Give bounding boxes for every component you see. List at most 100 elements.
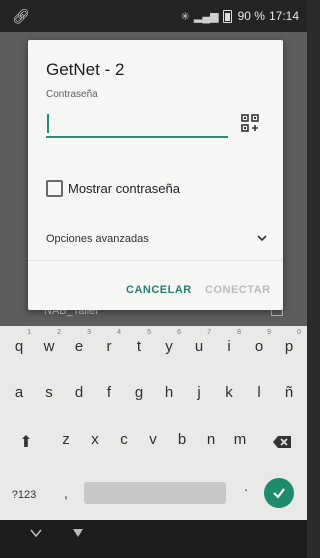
battery-percent: 90 %: [237, 9, 265, 23]
key-p[interactable]: p0: [275, 329, 303, 364]
key-g-label: g: [134, 384, 144, 401]
key-r-label: r: [106, 338, 112, 355]
key-q[interactable]: q1: [5, 329, 33, 364]
key-j[interactable]: j: [185, 376, 213, 410]
key-w[interactable]: w2: [35, 329, 63, 364]
status-time: 17:14: [268, 9, 299, 23]
key-b-label: b: [177, 431, 187, 448]
key-b[interactable]: b: [168, 423, 196, 457]
key-a[interactable]: a: [5, 376, 33, 410]
key-z[interactable]: z: [52, 423, 80, 457]
key-o-label: o: [254, 338, 264, 355]
key-h[interactable]: h: [155, 376, 183, 410]
show-password-checkbox[interactable]: [46, 180, 63, 197]
key-ñ-label: ñ: [284, 384, 294, 401]
key-g[interactable]: g: [125, 376, 153, 410]
key-y[interactable]: y6: [155, 329, 183, 364]
key-y-label: y: [165, 338, 173, 355]
key-x-label: x: [91, 431, 99, 448]
key-c[interactable]: c: [110, 423, 138, 457]
key-k[interactable]: k: [215, 376, 243, 410]
dialog-title: GetNet - 2: [46, 60, 125, 79]
key-p-label: p: [284, 338, 294, 355]
signal-icon: ▂▄▆: [193, 10, 219, 23]
password-input[interactable]: [46, 108, 228, 138]
text-caret: [47, 114, 49, 133]
password-label: Contraseña: [46, 89, 98, 100]
key-r-hint: 4: [117, 329, 121, 336]
wifi-password-dialog: GetNet - 2 Contraseña Mostrar contraseña…: [28, 40, 283, 310]
key-f[interactable]: f: [95, 376, 123, 410]
period-key[interactable]: .: [238, 477, 252, 495]
status-bar: 🔗︎ ✳ ▂▄▆ 90 % 17:14: [0, 0, 307, 32]
key-l-label: l: [257, 384, 261, 401]
keyboard-row-1: q1w2e3r4t5y6u7i8o9p0: [0, 329, 307, 370]
show-password-label[interactable]: Mostrar contraseña: [68, 181, 180, 196]
onscreen-keyboard: q1w2e3r4t5y6u7i8o9p0 asdfghjklñ ⬆︎ zxcvb…: [0, 326, 307, 520]
key-f-label: f: [106, 384, 112, 401]
key-ñ[interactable]: ñ: [275, 376, 303, 410]
bluetooth-icon: ✳: [180, 10, 190, 23]
key-p-hint: 0: [297, 329, 301, 336]
key-r[interactable]: r4: [95, 329, 123, 364]
connect-button[interactable]: CONECTAR: [205, 284, 271, 296]
shift-key[interactable]: ⬆︎: [12, 426, 40, 460]
keyboard-row-2: asdfghjklñ: [0, 376, 307, 416]
key-c-label: c: [120, 431, 128, 448]
key-z-label: z: [62, 431, 70, 448]
cancel-button[interactable]: CANCELAR: [126, 284, 192, 296]
key-i-label: i: [227, 338, 231, 355]
key-d[interactable]: d: [65, 376, 93, 410]
key-u-hint: 7: [207, 329, 211, 336]
key-l[interactable]: l: [245, 376, 273, 410]
battery-icon: [222, 9, 232, 23]
space-key[interactable]: [84, 482, 226, 504]
key-o-hint: 9: [267, 329, 271, 336]
link-icon: 🔗︎: [12, 8, 30, 24]
key-e-hint: 3: [87, 329, 91, 336]
key-x[interactable]: x: [81, 423, 109, 457]
key-o[interactable]: o9: [245, 329, 273, 364]
keyboard-row-3: ⬆︎ z x c v b nm: [0, 423, 307, 463]
status-icons: ✳ ▂▄▆ 90 % 17:14: [181, 9, 299, 23]
key-m-label: m: [233, 431, 247, 448]
key-s[interactable]: s: [35, 376, 63, 410]
key-t-hint: 5: [147, 329, 151, 336]
key-a-label: a: [14, 384, 24, 401]
key-i-hint: 8: [237, 329, 241, 336]
key-n[interactable]: n: [197, 423, 225, 457]
key-v-label: v: [149, 431, 157, 448]
hide-keyboard-icon[interactable]: [30, 528, 42, 538]
key-m[interactable]: m: [226, 423, 254, 457]
back-icon[interactable]: [72, 528, 84, 538]
dialog-divider: [28, 260, 283, 261]
key-e-label: e: [74, 338, 84, 355]
key-q-hint: 1: [27, 329, 31, 336]
key-u-label: u: [194, 338, 204, 355]
key-j-label: j: [197, 384, 201, 401]
key-i[interactable]: i8: [215, 329, 243, 364]
key-e[interactable]: e3: [65, 329, 93, 364]
key-v[interactable]: v: [139, 423, 167, 457]
enter-key[interactable]: [264, 478, 294, 508]
key-n-label: n: [206, 431, 216, 448]
chevron-down-icon[interactable]: [256, 232, 268, 244]
key-d-label: d: [74, 384, 84, 401]
key-w-label: w: [43, 338, 55, 355]
check-icon: [273, 488, 285, 499]
key-q-label: q: [14, 338, 24, 355]
comma-key[interactable]: ,: [52, 476, 80, 510]
symbols-key[interactable]: ?123: [10, 478, 38, 512]
key-w-hint: 2: [57, 329, 61, 336]
key-h-label: h: [164, 384, 174, 401]
key-k-label: k: [225, 384, 233, 401]
key-u[interactable]: u7: [185, 329, 213, 364]
backspace-icon[interactable]: [272, 435, 292, 449]
key-y-hint: 6: [177, 329, 181, 336]
qr-scan-icon[interactable]: [241, 114, 259, 132]
key-s-label: s: [45, 384, 53, 401]
advanced-options-label[interactable]: Opciones avanzadas: [46, 233, 149, 245]
navigation-bar: [0, 520, 307, 558]
key-t[interactable]: t5: [125, 329, 153, 364]
key-t-label: t: [136, 338, 142, 355]
